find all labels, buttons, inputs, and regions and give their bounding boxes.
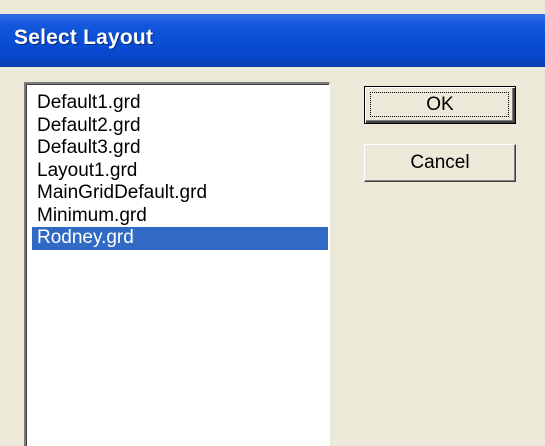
ok-button-label: OK: [426, 94, 454, 115]
dialog-title: Select Layout: [14, 26, 154, 49]
list-item[interactable]: Default2.grd: [32, 115, 328, 138]
title-bar-border: [0, 66, 545, 67]
cancel-button-label: Cancel: [410, 152, 470, 173]
ok-button[interactable]: OK: [364, 86, 516, 124]
list-item[interactable]: Layout1.grd: [32, 160, 328, 183]
list-item-selected[interactable]: Rodney.grd: [32, 227, 328, 250]
cancel-button[interactable]: Cancel: [364, 144, 516, 182]
list-item[interactable]: Default1.grd: [32, 92, 328, 115]
list-item[interactable]: Default3.grd: [32, 137, 328, 160]
title-bar[interactable]: Select Layout: [0, 14, 545, 66]
list-item[interactable]: Minimum.grd: [32, 205, 328, 228]
layout-list: Default1.grd Default2.grd Default3.grd L…: [32, 92, 328, 250]
layout-listbox[interactable]: Default1.grd Default2.grd Default3.grd L…: [24, 82, 330, 446]
select-layout-dialog: Select Layout Default1.grd Default2.grd …: [0, 0, 545, 446]
list-item[interactable]: MainGridDefault.grd: [32, 182, 328, 205]
